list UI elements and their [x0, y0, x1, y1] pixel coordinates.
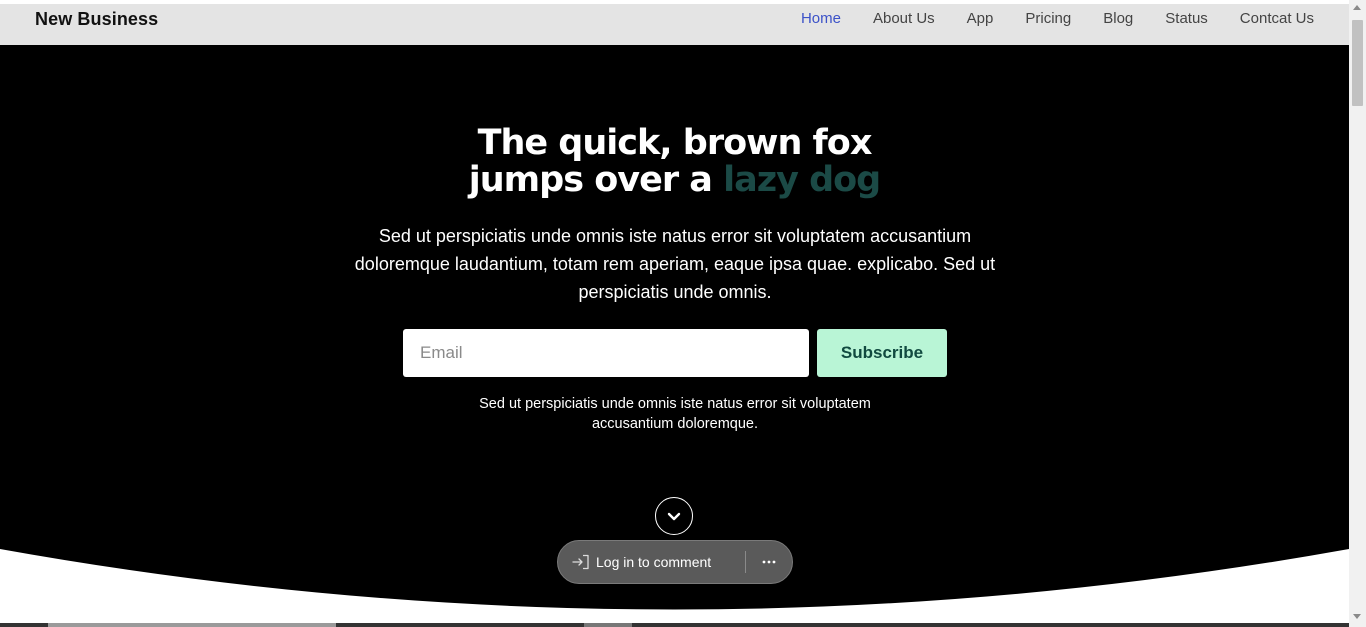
- login-to-comment-label: Log in to comment: [596, 554, 712, 570]
- subscribe-form: Subscribe: [403, 329, 947, 377]
- subscribe-button[interactable]: Subscribe: [817, 329, 947, 377]
- nav-link-pricing[interactable]: Pricing: [1025, 4, 1071, 34]
- bottom-strip-segment: [584, 623, 632, 627]
- comment-bar: Log in to comment: [557, 540, 793, 584]
- navbar: New Business Home About Us App Pricing B…: [0, 4, 1349, 45]
- login-icon: [572, 554, 589, 570]
- subscribe-note: Sed ut perspiciatis unde omnis iste natu…: [479, 396, 871, 432]
- nav-link-blog[interactable]: Blog: [1103, 4, 1133, 34]
- headline-accent: lazy dog: [723, 160, 881, 200]
- scroll-down-button[interactable]: [655, 497, 693, 535]
- nav-link-app[interactable]: App: [967, 4, 994, 34]
- hero-headline: The quick, brown fox jumps over a lazy d…: [0, 125, 1349, 199]
- chevron-down-icon: [667, 512, 681, 521]
- scroll-up-arrow-icon[interactable]: [1353, 5, 1361, 10]
- brand-logo-text[interactable]: New Business: [35, 4, 158, 45]
- scroll-down-arrow-icon[interactable]: [1353, 614, 1361, 619]
- more-options-button[interactable]: [746, 541, 792, 583]
- email-input[interactable]: [403, 329, 809, 377]
- nav-link-about-us[interactable]: About Us: [873, 4, 935, 34]
- headline-line-1: The quick, brown fox: [477, 123, 873, 163]
- nav-link-home[interactable]: Home: [801, 4, 841, 34]
- nav-links: Home About Us App Pricing Blog Status Co…: [769, 4, 1314, 34]
- headline-line-2-prefix: jumps over a: [468, 160, 724, 200]
- vertical-scrollbar[interactable]: [1349, 0, 1366, 627]
- hero-lead-text: Sed ut perspiciatis unde omnis iste natu…: [354, 226, 996, 302]
- nav-link-contact-us[interactable]: Contcat Us: [1240, 4, 1314, 34]
- nav-link-status[interactable]: Status: [1165, 4, 1208, 34]
- bottom-edge-strip: [0, 623, 1349, 627]
- bottom-strip-segment: [48, 623, 336, 627]
- scrollbar-thumb[interactable]: [1352, 20, 1363, 106]
- more-horizontal-icon: [762, 560, 776, 564]
- login-to-comment-button[interactable]: Log in to comment: [558, 541, 745, 583]
